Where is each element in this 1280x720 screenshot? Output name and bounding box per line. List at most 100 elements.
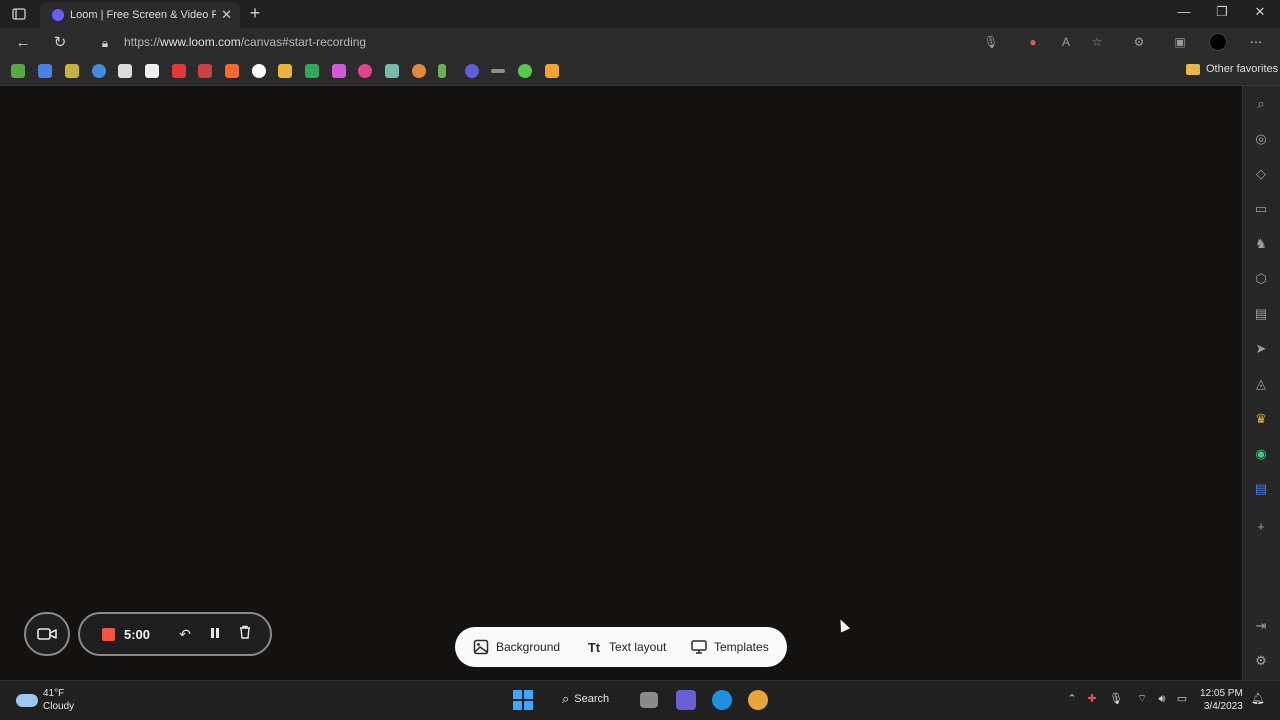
trash-icon[interactable] — [236, 625, 254, 643]
cloud-icon — [16, 693, 38, 707]
favorite-app2-icon[interactable] — [198, 64, 212, 78]
lock-icon[interactable]: 🔒︎ — [96, 34, 114, 52]
favorite-app9-icon[interactable] — [545, 64, 559, 78]
templates-button[interactable]: Templates — [690, 627, 769, 667]
more-menu-icon[interactable]: ⋯ — [1248, 34, 1264, 50]
favorite-star-icon[interactable]: ☆ — [1089, 34, 1105, 50]
pause-icon[interactable] — [206, 625, 224, 643]
notification-bell-icon[interactable]: 🔔︎ — [1251, 692, 1265, 706]
system-clock[interactable]: 12:05 PM 3/4/2023 — [1200, 687, 1243, 713]
sidebar-outlook-icon[interactable]: ▤ — [1252, 305, 1270, 323]
favorite-play-icon[interactable] — [518, 64, 532, 78]
minimize-icon[interactable]: — — [1174, 4, 1194, 19]
wifi-icon[interactable]: ⌔ — [1135, 692, 1149, 706]
weather-widget[interactable]: 41°F Cloudy — [16, 687, 74, 713]
other-favorites[interactable]: Other favorites — [1186, 63, 1278, 75]
favorite-app7-icon[interactable] — [465, 64, 479, 78]
favorite-youtube-icon[interactable] — [172, 64, 186, 78]
loom-canvas — [0, 86, 1242, 680]
favorite-soundcloud-icon[interactable] — [225, 64, 239, 78]
battery-icon[interactable]: ▭ — [1175, 692, 1189, 706]
volume-icon[interactable]: 🔊︎ — [1155, 692, 1169, 706]
sidebar-bing-icon[interactable]: ◎ — [1252, 130, 1270, 148]
microphone-icon[interactable]: 🎙︎ — [983, 34, 999, 50]
favorite-app6-icon[interactable] — [438, 64, 446, 78]
favorite-app4-icon[interactable] — [332, 64, 346, 78]
restore-icon[interactable]: ❐ — [1212, 4, 1232, 20]
windows-start-icon[interactable] — [513, 690, 533, 710]
templates-label: Templates — [714, 640, 769, 654]
collections-icon[interactable]: ▣ — [1172, 34, 1188, 50]
favorite-chatgpt-icon[interactable] — [385, 64, 399, 78]
new-tab-icon[interactable]: + — [246, 3, 264, 24]
screen: Loom | Free Screen & Video Rec ✕ + — ❐ ✕… — [0, 0, 1280, 720]
favorite-app-icon[interactable] — [65, 64, 79, 78]
temperature: 41°F — [43, 688, 65, 699]
chrome-browser-icon[interactable] — [748, 690, 768, 710]
sidebar-tag-icon[interactable]: ◇ — [1252, 165, 1270, 183]
favorite-app3-icon[interactable] — [278, 64, 292, 78]
favorite-app5-icon[interactable] — [412, 64, 426, 78]
sidebar-docs-icon[interactable]: ▤ — [1252, 480, 1270, 498]
other-favorites-label: Other favorites — [1206, 63, 1279, 75]
sidebar-games-icon[interactable]: ♞ — [1252, 235, 1270, 253]
task-view-icon[interactable] — [640, 692, 658, 708]
weather-condition: Cloudy — [43, 701, 75, 712]
favorite-google-icon[interactable] — [252, 64, 266, 78]
favorite-sheets-icon[interactable] — [305, 64, 319, 78]
sidebar-bell-icon[interactable]: ◬ — [1252, 375, 1270, 393]
favorite-drive-icon[interactable] — [92, 64, 106, 78]
recording-timer: 5:00 — [124, 627, 151, 642]
text-layout-label: Text layout — [609, 640, 667, 654]
undo-icon[interactable]: ↶ — [176, 625, 194, 643]
tab-actions-icon[interactable] — [10, 5, 28, 23]
loom-favicon-icon — [52, 9, 64, 21]
sidebar-search-icon[interactable]: ⌕ — [1252, 95, 1270, 113]
favorites-bar — [0, 58, 1280, 86]
show-hidden-icons-icon[interactable]: ⌃ — [1065, 692, 1079, 706]
url-host: www.loom.com — [160, 35, 241, 49]
favorite-amazon-icon[interactable] — [145, 64, 159, 78]
favorite-instagram-icon[interactable] — [358, 64, 372, 78]
folder-icon — [1186, 63, 1200, 75]
sidebar-toolbox-icon[interactable]: ▭ — [1252, 200, 1270, 218]
clock-date: 3/4/2023 — [1203, 701, 1243, 712]
taskbar-search[interactable]: ⌕ Search — [562, 691, 609, 707]
tray-app-icon[interactable]: ✚ — [1085, 692, 1099, 706]
sidebar-add-icon[interactable]: + — [1252, 518, 1270, 536]
monitor-icon — [690, 638, 708, 656]
edge-browser-icon[interactable] — [712, 690, 732, 710]
background-label: Background — [496, 640, 561, 654]
favorite-docs-icon[interactable] — [38, 64, 52, 78]
teams-chat-icon[interactable] — [676, 690, 696, 710]
favorite-app8-icon[interactable] — [491, 69, 505, 73]
sidebar-crown-icon[interactable]: ♛ — [1252, 410, 1270, 428]
profile-avatar[interactable] — [1209, 33, 1227, 51]
camera-toggle-button[interactable] — [24, 612, 70, 656]
clock-time: 12:05 PM — [1200, 688, 1243, 699]
extension-badge-icon[interactable]: ● — [1025, 34, 1041, 50]
text-layout-button[interactable]: Tt Text layout — [585, 627, 667, 667]
sidebar-settings-icon[interactable]: ⚙ — [1252, 652, 1270, 670]
sidebar-send-icon[interactable]: ➤ — [1252, 340, 1270, 358]
search-icon: ⌕ — [562, 691, 570, 706]
refresh-icon[interactable]: ↻ — [51, 34, 69, 52]
tray-microphone-icon[interactable]: 🎙︎ — [1109, 692, 1123, 706]
back-icon[interactable]: ← — [14, 34, 32, 52]
canvas-toolbar: Background Tt Text layout Templates — [455, 627, 787, 667]
favorite-calendar-icon[interactable] — [118, 64, 132, 78]
browser-tab[interactable]: Loom | Free Screen & Video Rec ✕ — [40, 2, 240, 28]
sidebar-hide-icon[interactable]: ⇥ — [1252, 617, 1270, 635]
favorite-photos-icon[interactable] — [11, 64, 25, 78]
close-tab-icon[interactable]: ✕ — [221, 7, 232, 23]
sidebar-app-icon[interactable]: ⬡ — [1252, 270, 1270, 288]
extensions-icon[interactable]: ⚙ — [1131, 34, 1147, 50]
background-button[interactable]: Background — [472, 627, 560, 667]
close-window-icon[interactable]: ✕ — [1250, 4, 1270, 20]
sidebar-app2-icon[interactable]: ◉ — [1252, 445, 1270, 463]
read-aloud-icon[interactable]: A — [1058, 34, 1074, 50]
url-text[interactable]: https://www.loom.com/canvas#start-record… — [124, 35, 366, 49]
text-icon: Tt — [587, 639, 601, 655]
stop-recording-button[interactable] — [102, 628, 115, 641]
taskbar-search-label: Search — [574, 693, 610, 705]
